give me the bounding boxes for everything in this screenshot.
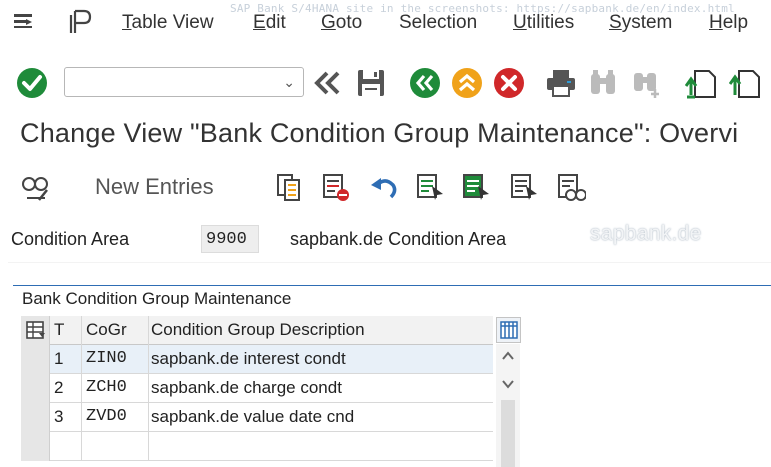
cell-cogr[interactable]: ZIN0 <box>82 345 149 374</box>
back-double-arrow-icon[interactable] <box>310 66 344 100</box>
menu-label: Selection <box>399 12 478 33</box>
back-icon[interactable] <box>408 66 442 100</box>
menu-label: tilities <box>526 12 575 33</box>
menu-mnemonic: E <box>253 12 266 33</box>
menu-system[interactable]: System <box>609 12 672 34</box>
divider <box>8 262 771 263</box>
new-entries-button[interactable]: New Entries <box>95 174 214 200</box>
cell-cogr[interactable]: ZVD0 <box>82 403 149 432</box>
save-icon[interactable] <box>354 66 388 100</box>
menu-label: dit <box>265 12 286 33</box>
column-header-t[interactable]: T <box>50 316 82 345</box>
copy-as-icon[interactable] <box>273 171 305 203</box>
cancel-icon[interactable] <box>492 66 526 100</box>
menu-utilities[interactable]: Utilities <box>513 12 574 34</box>
cell-description[interactable]: sapbank.de value date cnd <box>149 403 493 432</box>
column-header-description[interactable]: Condition Group Description <box>149 316 493 345</box>
enter-check-icon[interactable] <box>15 66 49 100</box>
previous-page-icon[interactable] <box>728 66 762 100</box>
column-layout-icon[interactable] <box>496 317 521 343</box>
cell-t[interactable]: 3 <box>50 403 82 432</box>
chevron-up-icon[interactable] <box>502 348 514 366</box>
condition-area-field[interactable]: 9900 <box>201 225 259 253</box>
menu-mnemonic: S <box>609 12 622 33</box>
command-field[interactable]: ⌄ <box>64 67 304 97</box>
cell-cogr[interactable]: ZCH0 <box>82 374 149 403</box>
first-page-icon[interactable] <box>684 66 718 100</box>
menu-help[interactable]: Help <box>709 12 748 34</box>
condition-area-label: Condition Area <box>11 229 130 249</box>
row-selector[interactable] <box>21 345 50 374</box>
row-selector[interactable] <box>21 374 50 403</box>
cell-cogr[interactable] <box>82 432 149 461</box>
find-next-icon[interactable] <box>630 66 664 100</box>
vertical-scrollbar[interactable] <box>496 344 520 467</box>
menu-edit[interactable]: Edit <box>253 12 286 34</box>
cell-t[interactable]: 1 <box>50 345 82 374</box>
menu-label: oto <box>335 12 363 33</box>
menu-label: ystem <box>621 12 673 33</box>
column-header-cogr[interactable]: CoGr <box>82 316 149 345</box>
cell-description[interactable]: sapbank.de charge condt <box>149 374 493 403</box>
table-row[interactable]: 1 ZIN0 sapbank.de interest condt <box>21 345 493 374</box>
menu-label: elp <box>722 12 749 33</box>
application-toolbar: New Entries <box>0 162 771 210</box>
display-change-icon[interactable] <box>20 171 52 203</box>
cell-t[interactable] <box>50 432 82 461</box>
row-selector[interactable] <box>21 432 50 461</box>
scrollbar-thumb[interactable] <box>501 400 515 467</box>
menu-label: able View <box>131 12 214 33</box>
watermark: sapbank.de <box>590 222 702 245</box>
cell-description[interactable]: sapbank.de interest condt <box>149 345 493 374</box>
table-header: T CoGr Condition Group Description <box>21 316 493 345</box>
menu-mnemonic: T <box>122 12 132 33</box>
menu-mnemonic: H <box>709 12 723 33</box>
menu-table-view[interactable]: Table View <box>122 12 214 34</box>
select-block-icon[interactable] <box>460 171 492 203</box>
table-row[interactable]: 3 ZVD0 sapbank.de value date cnd <box>21 403 493 432</box>
table-row-empty[interactable] <box>21 432 493 461</box>
exit-icon[interactable] <box>450 66 484 100</box>
menu-mnemonic: G <box>321 12 336 33</box>
find-icon[interactable] <box>586 66 620 100</box>
cell-t[interactable]: 2 <box>50 374 82 403</box>
menu-goto[interactable]: Goto <box>321 12 362 34</box>
print-icon[interactable] <box>544 66 578 100</box>
undo-change-icon[interactable] <box>368 171 400 203</box>
menu-selection[interactable]: Selection <box>399 12 477 34</box>
chevron-down-icon[interactable] <box>502 376 514 394</box>
cell-description[interactable] <box>149 432 493 461</box>
table-settings-icon[interactable] <box>21 316 50 345</box>
section-title: Bank Condition Group Maintenance <box>22 289 292 308</box>
page-title: Change View "Bank Condition Group Mainte… <box>20 118 739 148</box>
customize-layout-icon[interactable] <box>68 8 94 36</box>
condition-area-description: sapbank.de Condition Area <box>290 229 507 249</box>
menu-bar: SAP Bank S/4HANA site in the screenshots… <box>0 0 771 50</box>
row-selector[interactable] <box>21 403 50 432</box>
standard-toolbar: ⌄ <box>0 52 771 114</box>
print-preview-icon[interactable] <box>555 171 587 203</box>
menu-mnemonic: U <box>513 12 527 33</box>
menu-expander-icon[interactable] <box>10 8 36 34</box>
select-all-icon[interactable] <box>414 171 446 203</box>
table-row[interactable]: 2 ZCH0 sapbank.de charge condt <box>21 374 493 403</box>
deselect-all-icon[interactable] <box>508 171 540 203</box>
delete-icon[interactable] <box>320 171 352 203</box>
chevron-down-icon[interactable]: ⌄ <box>283 74 295 91</box>
